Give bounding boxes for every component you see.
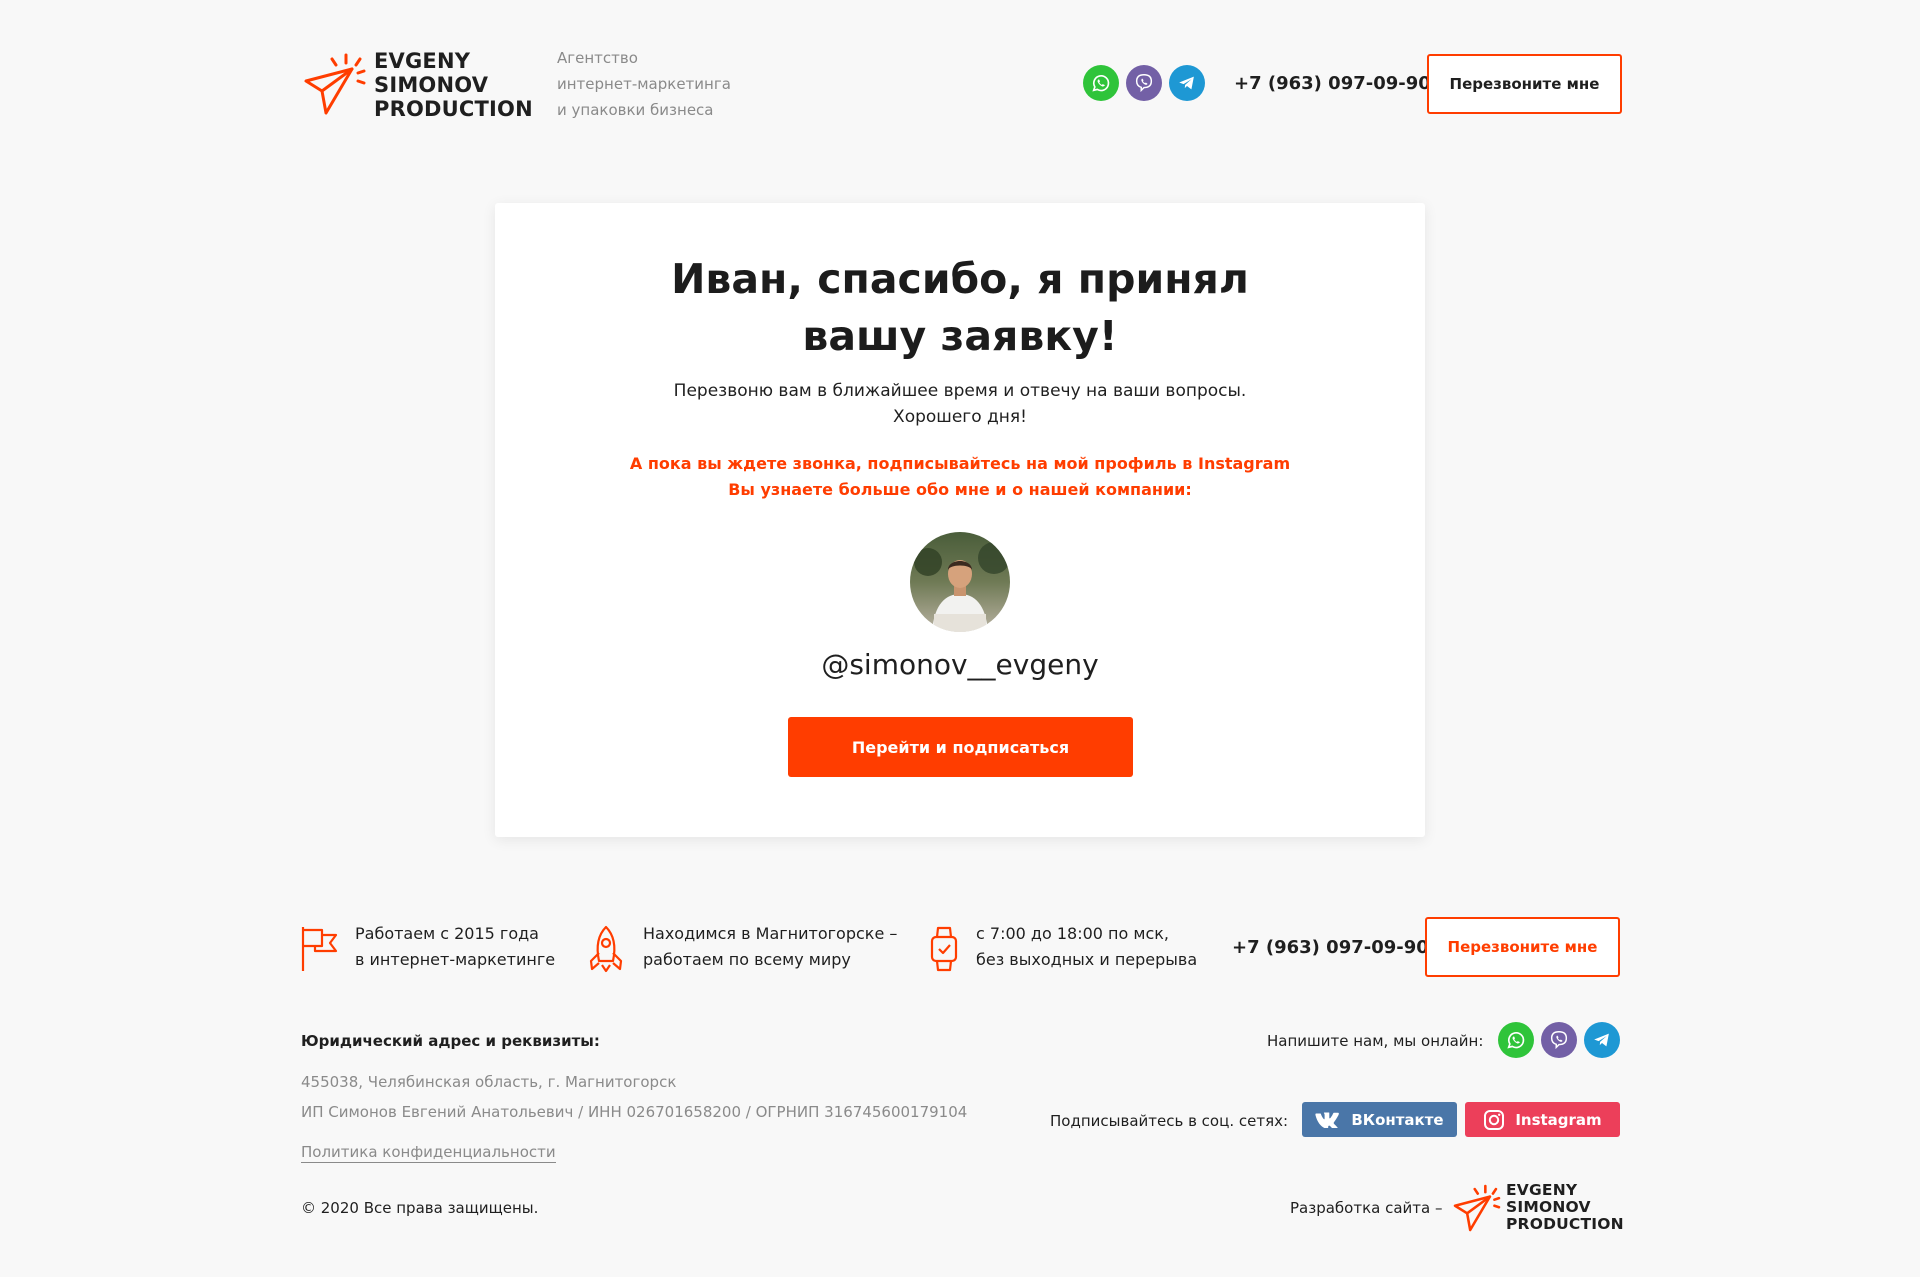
feature-experience-line-1: Работаем с 2015 года (355, 924, 539, 943)
card-message: Перезвоню вам в ближайшее время и отвечу… (495, 378, 1425, 430)
dev-label: Разработка сайта – (1290, 1199, 1443, 1217)
viber-icon (1550, 1031, 1568, 1050)
tagline-line-2: интернет-маркетинга (557, 75, 731, 93)
copyright: © 2020 Все права защищены. (301, 1199, 539, 1217)
card-message-line-2: Хорошего дня! (893, 407, 1027, 427)
subscribe-button[interactable]: Перейти и подписаться (788, 717, 1133, 777)
header-logo[interactable]: EVGENY SIMONOV PRODUCTION (302, 51, 533, 123)
paper-plane-logo-icon (304, 53, 366, 115)
subscribe-social-label: Подписывайтесь в соц. сетях: (1050, 1112, 1289, 1130)
telegram-icon (1179, 76, 1194, 90)
vk-button[interactable]: ВКонтакте (1302, 1102, 1457, 1137)
legal-title: Юридический адрес и реквизиты: (301, 1032, 600, 1050)
privacy-policy-link[interactable]: Политика конфиденциальности (301, 1143, 556, 1163)
feature-location-line-2: работаем по всему миру (643, 950, 851, 969)
card-invite-line-2: Вы узнаете больше обо мне и о нашей комп… (728, 480, 1192, 499)
profile-photo (910, 532, 1010, 632)
logo-line-1: EVGENY (374, 49, 471, 73)
vk-label: ВКонтакте (1351, 1110, 1444, 1129)
card-invite-line-1: А пока вы ждете звонка, подписывайтесь н… (629, 454, 1291, 473)
whatsapp-button[interactable] (1083, 65, 1119, 101)
write-us-label: Напишите нам, мы онлайн: (1267, 1032, 1484, 1050)
footer-viber-button[interactable] (1541, 1022, 1577, 1058)
instagram-label: Instagram (1515, 1110, 1602, 1129)
card-instagram-invite: А пока вы ждете звонка, подписывайтесь н… (495, 451, 1425, 503)
footer-telegram-button[interactable] (1584, 1022, 1620, 1058)
header-callback-button[interactable]: Перезвоните мне (1427, 54, 1622, 114)
footer-callback-button[interactable]: Перезвоните мне (1425, 917, 1620, 977)
footer-phone[interactable]: +7 (963) 097-09-90 (1232, 937, 1429, 958)
card-title-line-2: вашу заявку! (802, 312, 1118, 360)
paper-plane-logo-icon (1453, 1184, 1501, 1232)
instagram-handle: @simonov__evgeny (821, 648, 1099, 681)
telegram-icon (1594, 1033, 1609, 1047)
card-title: Иван, спасибо, я принял вашу заявку! (495, 251, 1425, 365)
whatsapp-icon (1092, 74, 1110, 92)
legal-requisites: ИП Симонов Евгений Анатольевич / ИНН 026… (301, 1103, 968, 1121)
header-tagline: Агентство интернет-маркетинга и упаковки… (557, 45, 731, 123)
instagram-button[interactable]: Instagram (1465, 1102, 1620, 1137)
tagline-line-3: и упаковки бизнеса (557, 101, 714, 119)
viber-button[interactable] (1126, 65, 1162, 101)
card-message-line-1: Перезвоню вам в ближайшее время и отвечу… (673, 381, 1247, 401)
feature-location: Находимся в Магнитогорске – работаем по … (643, 921, 897, 973)
flag-icon (300, 925, 340, 973)
feature-experience: Работаем с 2015 года в интернет-маркетин… (355, 921, 555, 973)
logo-line-2: SIMONOV (374, 73, 489, 97)
rocket-icon (586, 925, 626, 973)
feature-experience-line-2: в интернет-маркетинге (355, 950, 556, 969)
legal-address: 455038, Челябинская область, г. Магнитог… (301, 1073, 677, 1091)
footer-whatsapp-button[interactable] (1498, 1022, 1534, 1058)
card-title-line-1: Иван, спасибо, я принял (671, 255, 1249, 303)
feature-hours-line-2: без выходных и перерыва (976, 950, 1198, 969)
footer-dev-logo[interactable]: EVGENY SIMONOV PRODUCTION (1452, 1182, 1624, 1234)
avatar[interactable] (910, 532, 1010, 632)
telegram-button[interactable] (1169, 65, 1205, 101)
feature-hours: с 7:00 до 18:00 по мск, без выходных и п… (976, 921, 1197, 973)
feature-hours-line-1: с 7:00 до 18:00 по мск, (976, 924, 1169, 943)
watch-icon (929, 925, 959, 973)
vk-icon (1315, 1112, 1340, 1128)
dev-logo-line-3: PRODUCTION (1506, 1215, 1624, 1233)
header-phone[interactable]: +7 (963) 097-09-90 (1234, 73, 1431, 94)
viber-icon (1135, 74, 1153, 93)
instagram-icon (1484, 1109, 1505, 1130)
feature-location-line-1: Находимся в Магнитогорске – (643, 924, 898, 943)
tagline-line-1: Агентство (557, 49, 638, 67)
logo-line-3: PRODUCTION (374, 97, 533, 121)
whatsapp-icon (1507, 1031, 1525, 1049)
